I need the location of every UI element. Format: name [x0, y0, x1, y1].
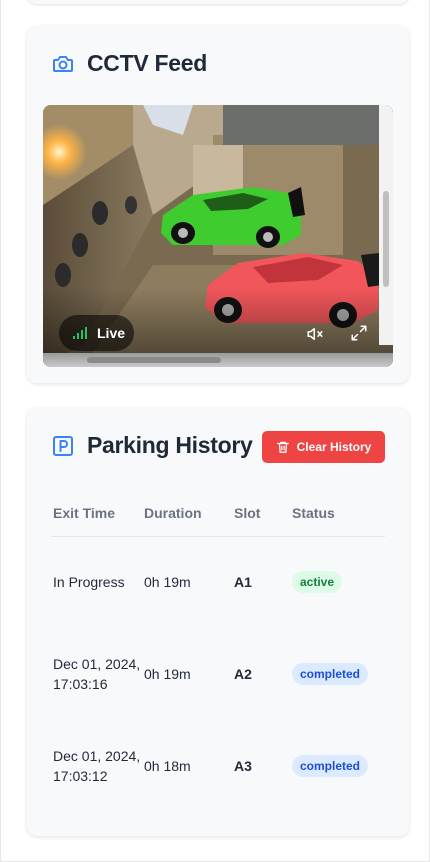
column-exit-time: Exit Time	[51, 490, 142, 537]
page: CCTV Feed Live Parking History Clear His…	[0, 0, 430, 862]
cctv-header: CCTV Feed	[51, 50, 207, 77]
history-header: Parking History	[51, 432, 253, 459]
status-cell: completed	[290, 628, 385, 720]
history-table: Exit Time Duration Slot Status In Progre…	[51, 490, 385, 812]
live-indicator: Live	[59, 315, 134, 351]
clear-history-label: Clear History	[296, 440, 372, 454]
parking-icon	[51, 434, 75, 458]
status-cell: active	[290, 536, 385, 628]
slot-cell: A2	[234, 666, 252, 682]
duration-cell: 0h 19m	[144, 574, 191, 591]
exit-time-cell: In Progress	[53, 574, 125, 591]
column-status: Status	[290, 490, 385, 537]
clear-history-button[interactable]: Clear History	[262, 431, 385, 463]
duration-cell: 0h 19m	[144, 666, 191, 682]
status-badge: active	[292, 571, 343, 594]
trash-icon	[276, 440, 290, 454]
exit-time-cell: Dec 01, 2024, 17:03:12	[53, 748, 141, 784]
duration-cell: 0h 18m	[144, 758, 191, 774]
live-label: Live	[97, 325, 126, 341]
fullscreen-icon[interactable]	[350, 324, 368, 342]
column-duration: Duration	[142, 490, 232, 537]
horizontal-scroll-thumb[interactable]	[87, 357, 221, 363]
history-title: Parking History	[87, 432, 253, 458]
cctv-title: CCTV Feed	[87, 50, 207, 76]
slot-cell: A1	[234, 574, 252, 591]
table-header-row: Exit Time Duration Slot Status	[51, 490, 385, 537]
parking-history-card: Parking History Clear History Exit Time …	[27, 408, 409, 836]
table-row: Dec 01, 2024, 17:03:12 0h 18m A3 complet…	[51, 720, 385, 812]
cctv-video[interactable]: Live	[43, 105, 393, 367]
mute-icon[interactable]	[306, 325, 324, 343]
vertical-scroll-thumb[interactable]	[383, 191, 389, 287]
table-row: Dec 01, 2024, 17:03:16 0h 19m A2 complet…	[51, 628, 385, 720]
camera-icon	[51, 52, 75, 76]
signal-icon	[73, 327, 87, 339]
status-badge: completed	[292, 663, 369, 685]
table-row: In Progress 0h 19m A1 active	[51, 536, 385, 628]
slot-cell: A3	[234, 758, 252, 774]
horizontal-scrollbar[interactable]	[43, 353, 393, 367]
exit-time-cell: Dec 01, 2024, 17:03:16	[53, 656, 141, 692]
cctv-card: CCTV Feed Live	[27, 26, 409, 383]
vertical-scrollbar[interactable]	[379, 105, 393, 345]
column-slot: Slot	[232, 490, 290, 537]
status-cell: completed	[290, 720, 385, 812]
previous-card	[27, 0, 409, 4]
status-badge: completed	[292, 755, 369, 777]
